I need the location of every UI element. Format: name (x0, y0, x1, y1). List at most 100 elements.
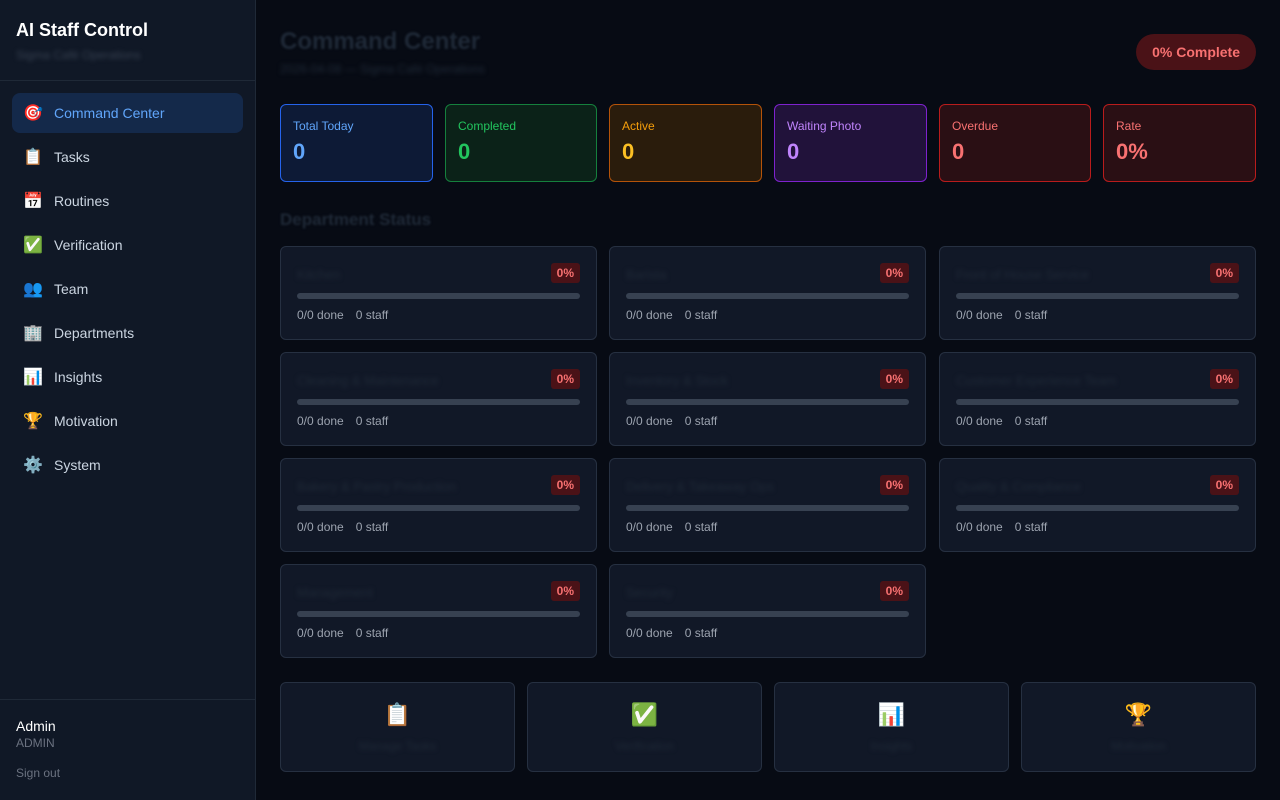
quick-action-label: Verification (615, 739, 674, 753)
department-staff-count: 0 staff (355, 308, 389, 322)
building-icon: 🏢 (23, 325, 43, 342)
department-progress-bar (297, 611, 580, 617)
department-done-count: 0/0 done (626, 308, 673, 322)
sidebar-item-system[interactable]: ⚙️ System (12, 445, 243, 485)
stats-row: Total Today 0 Completed 0 Active 0 Waiting Pho… (280, 104, 1256, 182)
sidebar-item-team[interactable]: 👥 Team (12, 269, 243, 309)
department-card[interactable]: Bakery & Pastry Production 0% 0/0 done 0 st… (280, 458, 597, 552)
department-progress-bar (956, 293, 1239, 299)
department-staff-count: 0 staff (1014, 520, 1048, 534)
stat-label: Total Today (293, 119, 354, 133)
sidebar-item-label: Insights (54, 369, 103, 385)
sidebar-item-routines[interactable]: 📅 Routines (12, 181, 243, 221)
sidebar-item-departments[interactable]: 🏢 Departments (12, 313, 243, 353)
department-staff-count: 0 staff (684, 520, 718, 534)
department-done-count: 0/0 done (297, 626, 344, 640)
department-percent-badge: 0% (550, 263, 580, 283)
department-meta: 0/0 done 0 staff (956, 520, 1059, 534)
department-progress-bar (956, 399, 1239, 405)
department-progress-bar (626, 611, 909, 617)
department-percent-badge: 0% (1209, 369, 1239, 389)
target-icon: 🎯 (23, 105, 43, 122)
trophy-icon: 🏆 (1124, 702, 1153, 727)
department-done-count: 0/0 done (956, 308, 1003, 322)
chart-icon: 📊 (877, 702, 906, 727)
gear-icon: ⚙️ (23, 457, 43, 474)
stat-label: Active (622, 119, 655, 133)
department-percent-badge: 0% (879, 263, 909, 283)
sidebar-nav: 🎯 Command Center 📋 Tasks 📅 Routines ✅ Verificat… (0, 81, 255, 501)
quick-action-insights[interactable]: 📊 Insights (774, 682, 1009, 772)
department-staff-count: 0 staff (1014, 308, 1048, 322)
page-title: Command Center (280, 28, 481, 55)
quick-action-verification[interactable]: ✅ Verification (527, 682, 762, 772)
department-card[interactable]: Security 0% 0/0 done 0 staff (609, 564, 926, 658)
quick-action-label: Manage Tasks (358, 739, 437, 753)
department-card[interactable]: Cleaning & Maintenance 0% 0/0 done 0 staff (280, 352, 597, 446)
department-meta: 0/0 done 0 staff (297, 520, 400, 534)
department-name: Management (297, 585, 373, 600)
app-subtitle: Sigma Café Operations (16, 48, 141, 62)
department-progress-bar (297, 399, 580, 405)
department-card[interactable]: Front of House Service 0% 0/0 done 0 staff (939, 246, 1256, 340)
quick-action-label: Insights (870, 739, 913, 753)
quick-action-motivation[interactable]: 🏆 Motivation (1021, 682, 1256, 772)
department-staff-count: 0 staff (684, 626, 718, 640)
department-done-count: 0/0 done (626, 414, 673, 428)
department-staff-count: 0 staff (1014, 414, 1048, 428)
sidebar-item-motivation[interactable]: 🏆 Motivation (12, 401, 243, 441)
department-meta: 0/0 done 0 staff (297, 308, 400, 322)
department-meta: 0/0 done 0 staff (626, 626, 729, 640)
page-subtitle: 2026-04-08 — Sigma Café Operations (280, 62, 485, 76)
sidebar-item-command-center[interactable]: 🎯 Command Center (12, 93, 243, 133)
department-name: Quality & Compliance (956, 479, 1081, 494)
clipboard-icon: 📋 (383, 702, 412, 727)
stat-card-rate: Rate 0% (1103, 104, 1256, 182)
stat-value: 0 (787, 139, 800, 164)
department-name: Bakery & Pastry Production (297, 479, 456, 494)
department-meta: 0/0 done 0 staff (626, 520, 729, 534)
department-percent-badge: 0% (1209, 263, 1239, 283)
department-done-count: 0/0 done (626, 520, 673, 534)
department-card[interactable]: Barista 0% 0/0 done 0 staff (609, 246, 926, 340)
department-name: Delivery & Takeaway Ops (626, 479, 774, 494)
stat-card-completed: Completed 0 (445, 104, 597, 182)
stat-value: 0 (952, 139, 965, 164)
department-meta: 0/0 done 0 staff (297, 626, 400, 640)
stat-value: 0 (622, 139, 635, 164)
department-progress-bar (626, 399, 909, 405)
department-card[interactable]: Management 0% 0/0 done 0 staff (280, 564, 597, 658)
sidebar-item-insights[interactable]: 📊 Insights (12, 357, 243, 397)
sidebar-item-label: Tasks (54, 149, 90, 165)
department-staff-count: 0 staff (684, 308, 718, 322)
stat-value: 0 (293, 139, 306, 164)
department-meta: 0/0 done 0 staff (297, 414, 400, 428)
stat-card-waiting-photo: Waiting Photo 0 (774, 104, 927, 182)
department-progress-bar (297, 293, 580, 299)
department-card[interactable]: Inventory & Stock 0% 0/0 done 0 staff (609, 352, 926, 446)
department-done-count: 0/0 done (297, 308, 344, 322)
brand: AI Staff Control Sigma Café Operations (0, 0, 255, 81)
sidebar-item-tasks[interactable]: 📋 Tasks (12, 137, 243, 177)
department-name: Front of House Service (956, 267, 1089, 282)
sidebar-item-verification[interactable]: ✅ Verification (12, 225, 243, 265)
department-meta: 0/0 done 0 staff (956, 308, 1059, 322)
department-card[interactable]: Delivery & Takeaway Ops 0% 0/0 done 0 staff (609, 458, 926, 552)
department-percent-badge: 0% (879, 369, 909, 389)
completion-badge: 0% Complete (1136, 34, 1256, 70)
department-name: Customer Experience Team (956, 373, 1117, 388)
department-card[interactable]: Customer Experience Team 0% 0/0 done 0 staf… (939, 352, 1256, 446)
department-percent-badge: 0% (879, 581, 909, 601)
department-done-count: 0/0 done (956, 520, 1003, 534)
sidebar-item-label: Command Center (54, 105, 165, 121)
chart-icon: 📊 (23, 369, 43, 386)
clipboard-icon: 📋 (23, 149, 43, 166)
stat-card-total-today: Total Today 0 (280, 104, 433, 182)
department-card[interactable]: Quality & Compliance 0% 0/0 done 0 staff (939, 458, 1256, 552)
sign-out-link[interactable]: Sign out (16, 766, 240, 780)
department-meta: 0/0 done 0 staff (626, 414, 729, 428)
quick-action-manage-tasks[interactable]: 📋 Manage Tasks (280, 682, 515, 772)
department-card[interactable]: Kitchen 0% 0/0 done 0 staff (280, 246, 597, 340)
stat-value: 0 (458, 139, 471, 164)
stat-label: Overdue (952, 119, 999, 133)
